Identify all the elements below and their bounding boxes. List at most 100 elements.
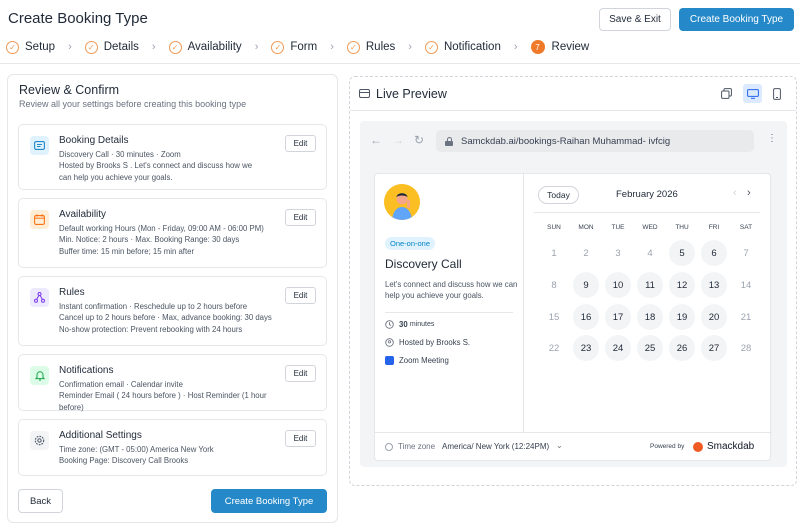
card-line: Confirmation email · Calendar invite <box>59 380 183 389</box>
user-icon <box>385 338 394 347</box>
calendar-day-available[interactable]: 24 <box>605 335 631 361</box>
calendar-day-available[interactable]: 11 <box>637 272 663 298</box>
chevron-right-icon[interactable]: › <box>747 187 751 199</box>
calendar-day-unavailable: 3 <box>615 247 621 259</box>
step-details[interactable]: ✓ Details <box>84 40 139 54</box>
calendar-day-available[interactable]: 12 <box>669 272 695 298</box>
calendar-day-unavailable: 8 <box>551 279 557 291</box>
card-line: Instant confirmation · Reschedule up to … <box>59 302 248 311</box>
card-line: Hosted by Brooks S . Let's connect and d… <box>59 161 253 171</box>
globe-icon <box>385 443 393 451</box>
card-title: Availability <box>59 209 107 220</box>
step-form[interactable]: ✓ Form <box>271 40 318 54</box>
card-line: No-show protection: Prevent rebooking wi… <box>59 324 243 334</box>
weekday-label: SUN <box>547 224 561 231</box>
card-details: Confirmation email · Calendar invite Rem… <box>59 379 284 413</box>
chevron-down-icon[interactable]: ⌄ <box>556 441 563 450</box>
step-notification[interactable]: ✓ Notification <box>424 40 501 54</box>
smackdab-logo-icon <box>693 442 703 452</box>
chevron-right-icon: › <box>513 41 518 53</box>
calendar-day-available[interactable]: 9 <box>573 272 599 298</box>
availability-card: Availability Default working Hours (Mon … <box>18 198 327 268</box>
weekday-label: THU <box>675 224 689 231</box>
calendar-day-available[interactable]: 6 <box>701 240 727 266</box>
live-preview-panel: Live Preview ← → ↻ Samckdab.ai/bookings-… <box>349 76 797 486</box>
page-title: Create Booking Type <box>8 10 148 27</box>
bell-icon <box>30 366 49 385</box>
mobile-view-icon[interactable] <box>767 84 786 103</box>
event-title: Discovery Call <box>385 257 462 271</box>
calendar-day-unavailable: 21 <box>740 311 752 323</box>
chevron-left-icon[interactable]: ‹ <box>733 187 737 199</box>
back-button[interactable]: Back <box>18 489 63 513</box>
calendar-day-unavailable: 7 <box>743 247 749 259</box>
info-divider <box>385 312 513 313</box>
card-details: Time zone: (GMT - 05:00) America New Yor… <box>59 444 284 467</box>
card-line: Min. Notice: 2 hours · Max. Booking Rang… <box>59 235 240 245</box>
step-review[interactable]: 7 Review <box>530 40 590 54</box>
create-booking-type-button[interactable]: Create Booking Type <box>679 8 794 31</box>
calendar-day-available[interactable]: 27 <box>701 335 727 361</box>
step-label: Availability <box>187 41 242 53</box>
edit-booking-details-button[interactable]: Edit <box>285 135 316 152</box>
booking-page: One-on-one Discovery Call Let's connect … <box>374 173 772 461</box>
save-exit-button[interactable]: Save & Exit <box>599 8 671 31</box>
url-bar[interactable]: Samckdab.ai/bookings-Raihan Muhammad- iv… <box>436 130 754 152</box>
location-text: Zoom Meeting <box>399 356 449 365</box>
location-row: Zoom Meeting <box>385 356 449 365</box>
duration-value: 30 <box>399 320 408 329</box>
today-button[interactable]: Today <box>538 186 579 204</box>
lock-icon <box>445 136 453 146</box>
calendar: Today February 2026 ‹ › SUN MON TUE WED THU F… <box>524 174 772 432</box>
check-icon: ✓ <box>6 40 19 54</box>
card-line: Booking Page: Discovery Call Brooks <box>59 456 189 466</box>
edit-additional-settings-button[interactable]: Edit <box>285 430 316 447</box>
calendar-day-available[interactable]: 19 <box>669 304 695 330</box>
calendar-day-available[interactable]: 16 <box>573 304 599 330</box>
desktop-view-icon[interactable] <box>743 84 762 103</box>
calendar-day-available[interactable]: 13 <box>701 272 727 298</box>
edit-rules-button[interactable]: Edit <box>285 287 316 304</box>
preview-divider <box>350 110 796 111</box>
calendar-day-unavailable: 1 <box>551 247 557 259</box>
card-title: Additional Settings <box>59 430 142 441</box>
calendar-day-available[interactable]: 20 <box>701 304 727 330</box>
step-number: 7 <box>530 40 545 54</box>
refresh-icon[interactable]: ↻ <box>414 133 424 147</box>
calendar-day-available[interactable]: 5 <box>669 240 695 266</box>
calendar-day-available[interactable]: 18 <box>637 304 663 330</box>
more-options-icon[interactable]: ⋮ <box>767 133 777 144</box>
card-title: Notifications <box>59 365 114 376</box>
timezone-select[interactable]: America/ New York (12:24PM) <box>442 442 549 451</box>
card-title: Booking Details <box>59 135 129 146</box>
step-rules[interactable]: ✓ Rules <box>346 40 395 54</box>
card-line: Cancel up to 2 hours before · Max, advan… <box>59 313 272 323</box>
create-booking-type-bottom-button[interactable]: Create Booking Type <box>211 489 327 513</box>
check-icon: ✓ <box>271 40 285 54</box>
calendar-day-available[interactable]: 23 <box>573 335 599 361</box>
calendar-day-available[interactable]: 10 <box>605 272 631 298</box>
clock-icon <box>385 320 394 329</box>
chevron-right-icon: › <box>254 41 259 53</box>
calendar-day-available[interactable]: 25 <box>637 335 663 361</box>
progress-stepper: ✓ Setup › ✓ Details › ✓ Availability › ✓ For… <box>6 38 589 56</box>
check-icon: ✓ <box>424 40 438 54</box>
calendar-day-available[interactable]: 17 <box>605 304 631 330</box>
header-divider <box>0 63 800 64</box>
edit-availability-button[interactable]: Edit <box>285 209 316 226</box>
calendar-day-available[interactable]: 26 <box>669 335 695 361</box>
copy-icon[interactable] <box>717 84 736 103</box>
calendar-day-unavailable: 4 <box>647 247 653 259</box>
step-availability[interactable]: ✓ Availability <box>168 40 242 54</box>
booking-details-card: Booking Details Discovery Call · 30 minu… <box>18 124 327 190</box>
url-text: Samckdab.ai/bookings-Raihan Muhammad- iv… <box>461 135 671 147</box>
chevron-right-icon: › <box>68 41 72 53</box>
step-label: Review <box>551 41 590 53</box>
step-setup[interactable]: ✓ Setup <box>6 40 55 54</box>
calendar-day-unavailable: 22 <box>548 342 560 354</box>
back-arrow-icon[interactable]: ← <box>370 133 382 147</box>
timezone-label: Time zone <box>398 442 436 451</box>
edit-notifications-button[interactable]: Edit <box>285 365 316 382</box>
forward-arrow-icon[interactable]: → <box>392 133 404 147</box>
step-label: Form <box>290 41 318 53</box>
